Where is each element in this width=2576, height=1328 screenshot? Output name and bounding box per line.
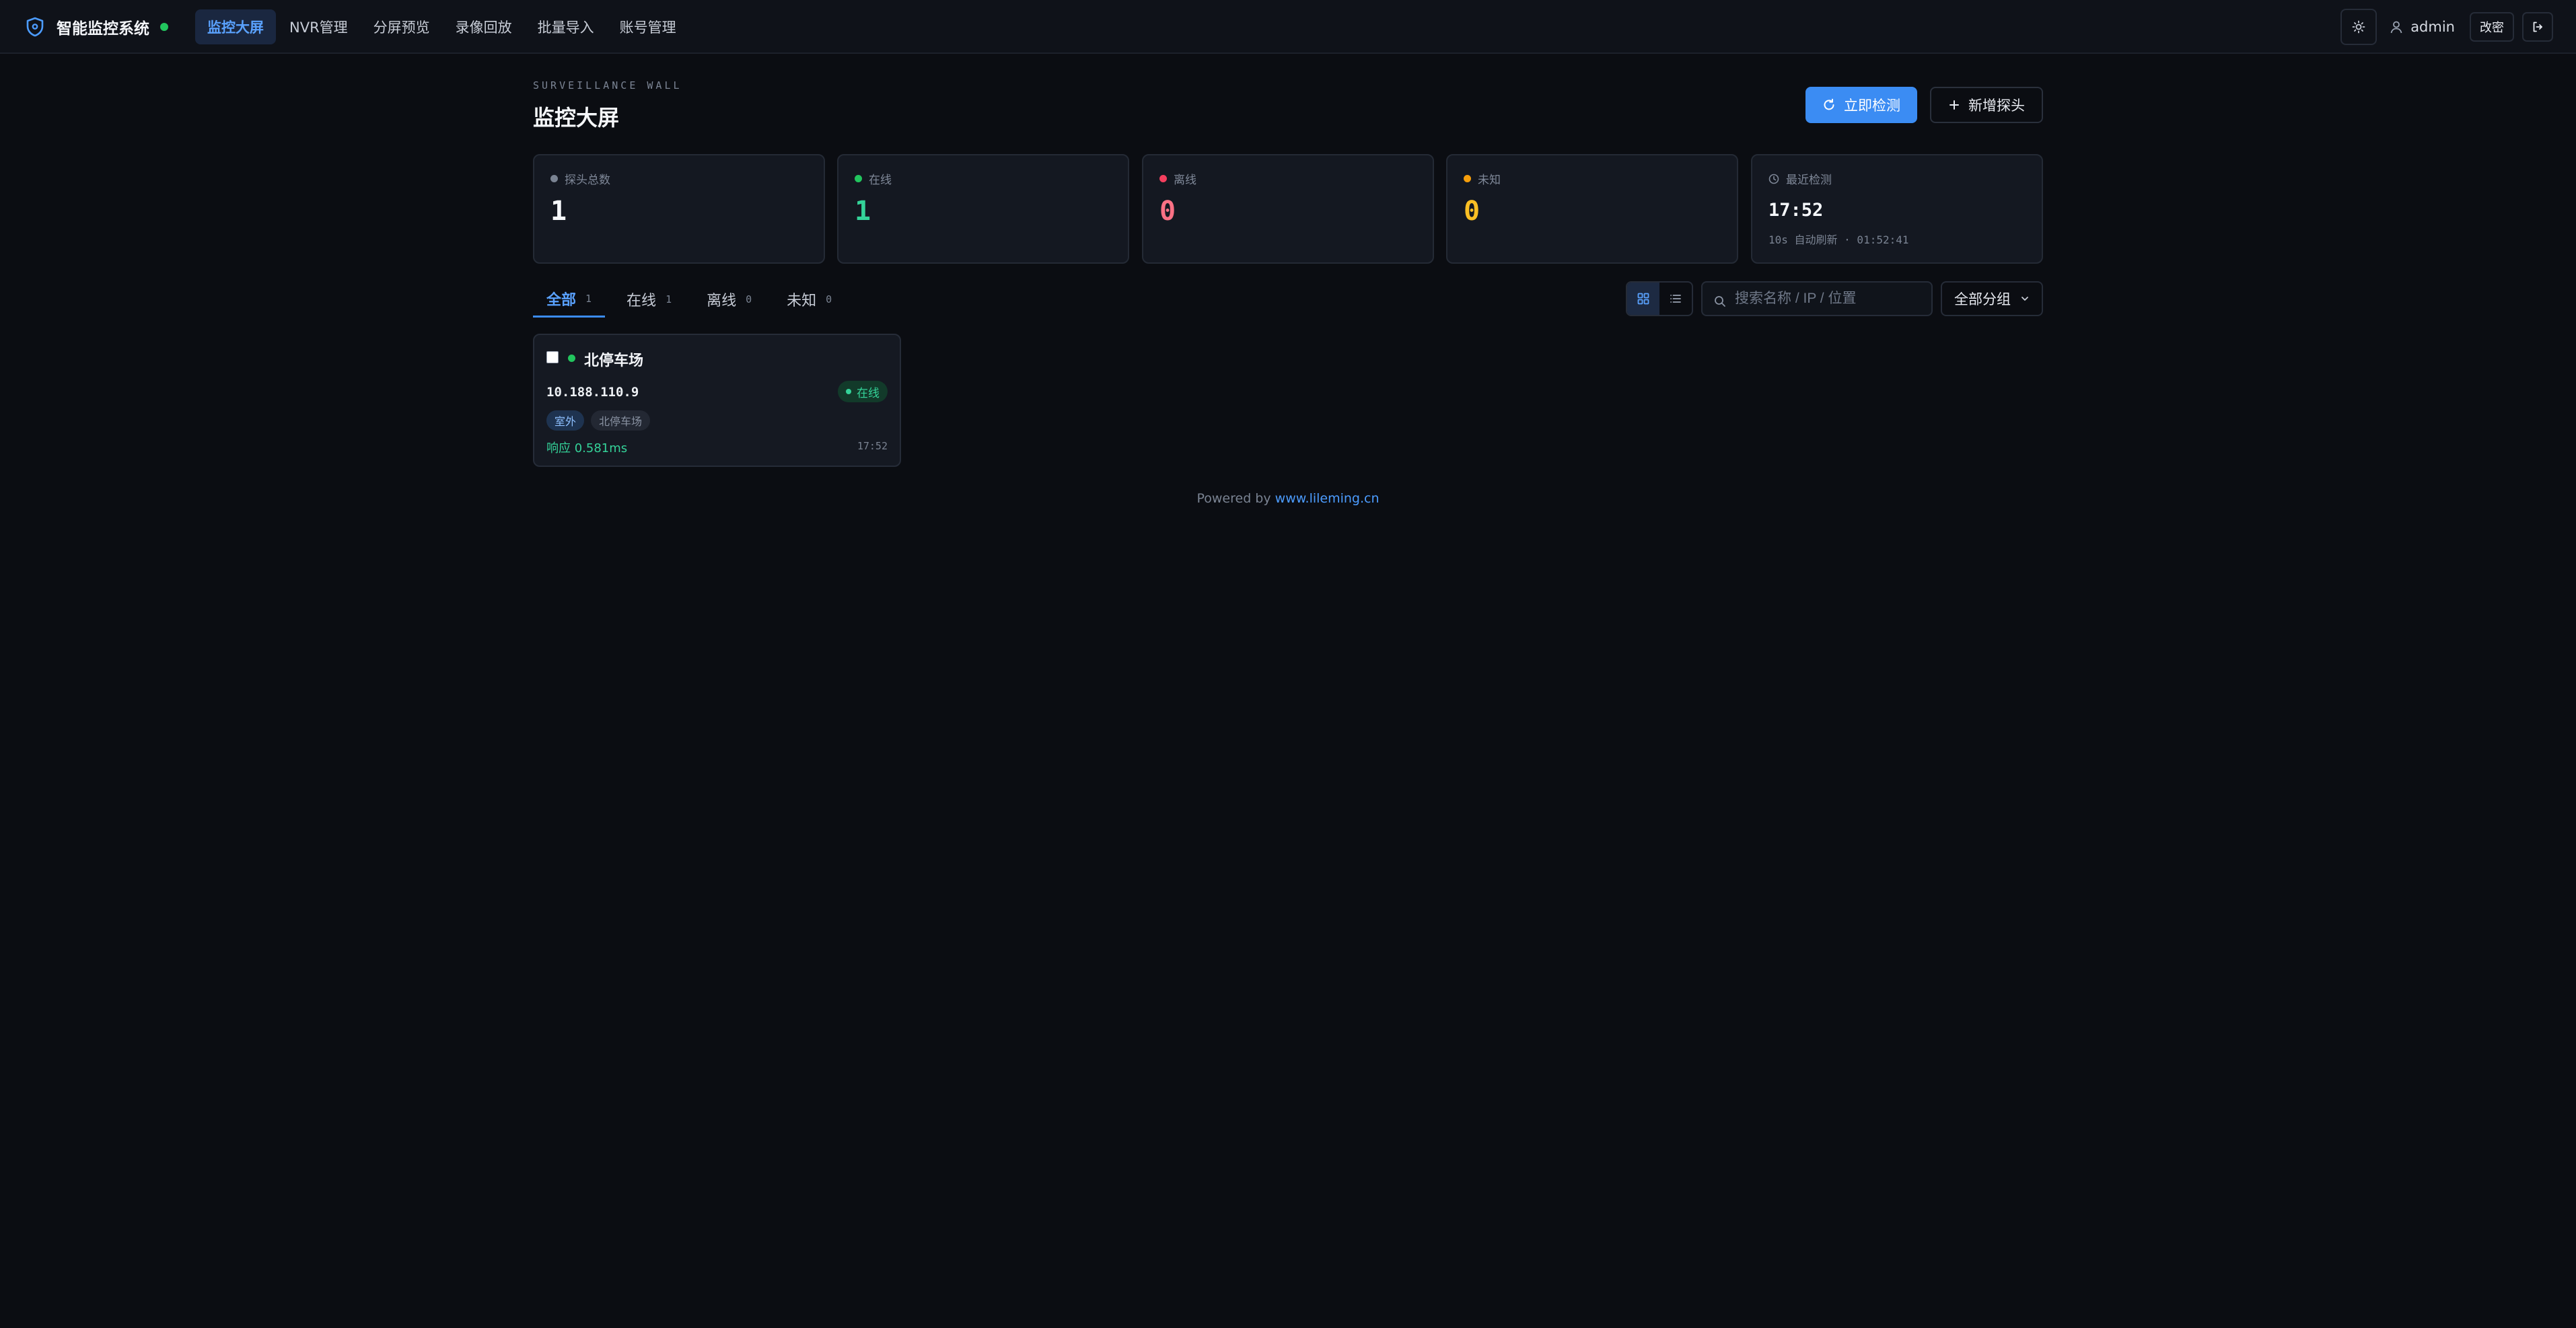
logout-icon	[2532, 21, 2544, 33]
group-select-value: 全部分组	[1954, 291, 2011, 307]
tab-all-count: 1	[585, 292, 592, 305]
add-camera-button[interactable]: 新增探头	[1930, 87, 2043, 123]
nav-item-dashboard[interactable]: 监控大屏	[195, 9, 276, 44]
camera-check-time: 17:52	[857, 440, 888, 452]
camera-tag: 室外	[546, 410, 585, 431]
search-box	[1701, 281, 1933, 316]
stat-label-online-wrap: 在线	[855, 170, 892, 187]
nav-item-accounts[interactable]: 账号管理	[608, 9, 688, 44]
tab-all-label: 全部	[546, 291, 577, 309]
footer-prefix: Powered by	[1196, 491, 1271, 506]
search-input[interactable]	[1735, 291, 1931, 307]
camera-status-dot	[568, 355, 575, 362]
check-now-label: 立即检测	[1844, 98, 1900, 114]
brand[interactable]: 智能监控系统	[26, 0, 168, 54]
stat-value-online: 1	[855, 196, 871, 227]
camera-latency: 响应 0.581ms	[546, 441, 628, 455]
footer-link[interactable]: www.lileming.cn	[1275, 491, 1380, 506]
tab-offline-count: 0	[746, 293, 752, 305]
list-view-button[interactable]	[1659, 283, 1692, 315]
camera-name: 北停车场	[584, 353, 644, 369]
status-tabs: 全部 1 在线 1 离线 0 未知 0	[533, 281, 853, 318]
theme-toggle-button[interactable]	[2340, 9, 2377, 45]
nav-item-nvr[interactable]: NVR管理	[277, 9, 360, 44]
main-nav: 监控大屏 NVR管理 分屏预览 录像回放 批量导入 账号管理	[195, 9, 688, 44]
check-now-button[interactable]: 立即检测	[1805, 87, 1917, 123]
stat-card-offline: 离线 0	[1142, 154, 1434, 264]
group-select[interactable]: 全部分组	[1941, 281, 2043, 316]
stat-label-unknown: 未知	[1478, 174, 1501, 187]
system-status-dot	[160, 23, 168, 31]
badge-dot	[846, 389, 851, 394]
stat-card-unknown: 未知 0	[1446, 154, 1738, 264]
tab-unknown[interactable]: 未知 0	[773, 281, 845, 318]
camera-ip: 10.188.110.9	[546, 385, 639, 400]
stat-label-unknown-wrap: 未知	[1464, 170, 1501, 187]
stat-label-offline-wrap: 离线	[1159, 170, 1196, 187]
stat-value-offline: 0	[1159, 196, 1176, 227]
nav-item-split-preview[interactable]: 分屏预览	[361, 9, 442, 44]
camera-status-badge: 在线	[838, 381, 888, 402]
stat-card-online: 在线 1	[837, 154, 1129, 264]
auto-refresh-info: 10s 自动刷新 · 01:52:41	[1768, 233, 1909, 246]
list-icon	[1669, 292, 1682, 305]
top-right-actions: admin 改密	[2340, 9, 2553, 45]
nav-item-playback[interactable]: 录像回放	[443, 9, 524, 44]
page-eyebrow: SURVEILLANCE WALL	[533, 79, 682, 91]
chevron-down-icon	[2020, 294, 2030, 303]
unknown-dot	[1464, 175, 1471, 182]
view-toggle	[1626, 281, 1693, 316]
stat-label-last-check: 最近检测	[1786, 174, 1832, 187]
app-title: 智能监控系统	[57, 20, 149, 38]
logout-button[interactable]	[2522, 12, 2553, 42]
search-icon	[1713, 295, 1727, 308]
tab-unknown-count: 0	[826, 293, 832, 305]
stat-value-unknown: 0	[1464, 196, 1480, 227]
stat-label-offline: 离线	[1174, 174, 1196, 187]
grid-icon	[1637, 292, 1650, 305]
camera-status-label: 在线	[857, 386, 880, 400]
stat-label-total-wrap: 探头总数	[550, 170, 610, 187]
stat-label-online: 在线	[869, 174, 892, 187]
total-dot	[550, 175, 558, 182]
sun-icon	[2352, 20, 2365, 34]
stat-value-total: 1	[550, 196, 567, 227]
tab-online-label: 在线	[627, 293, 657, 309]
tab-offline[interactable]: 离线 0	[693, 281, 765, 318]
grid-view-button[interactable]	[1627, 283, 1659, 315]
camera-card[interactable]: 北停车场 10.188.110.9 在线 室外 北停车场 响应 0.581ms …	[533, 334, 901, 467]
username: admin	[2410, 19, 2455, 35]
change-password-button[interactable]: 改密	[2470, 12, 2514, 42]
shield-icon	[26, 17, 44, 37]
tab-all[interactable]: 全部 1	[533, 281, 606, 318]
refresh-icon	[1822, 98, 1836, 112]
last-check-time: 17:52	[1768, 200, 1824, 221]
camera-select-checkbox[interactable]	[546, 351, 559, 363]
plus-icon	[1948, 99, 1960, 111]
footer: Powered by www.lileming.cn	[0, 491, 2576, 506]
online-dot	[855, 175, 862, 182]
clock-icon	[1768, 174, 1779, 184]
camera-tags: 室外 北停车场	[546, 410, 651, 431]
stat-card-last-check: 最近检测 17:52 10s 自动刷新 · 01:52:41	[1751, 154, 2043, 264]
tab-unknown-label: 未知	[787, 293, 817, 309]
stat-label-total: 探头总数	[565, 174, 610, 187]
tab-offline-label: 离线	[707, 293, 737, 309]
stat-card-total: 探头总数 1	[533, 154, 825, 264]
current-user[interactable]: admin	[2389, 19, 2455, 35]
camera-tag: 北停车场	[591, 410, 651, 431]
top-navbar: 智能监控系统 监控大屏 NVR管理 分屏预览 录像回放 批量导入 账号管理 ad…	[0, 0, 2576, 54]
nav-item-batch-import[interactable]: 批量导入	[526, 9, 606, 44]
page-title: 监控大屏	[533, 105, 620, 131]
user-icon	[2389, 20, 2404, 34]
tab-online-count: 1	[666, 293, 672, 305]
offline-dot	[1159, 175, 1167, 182]
stat-label-last-check-wrap: 最近检测	[1768, 170, 1832, 187]
add-camera-label: 新增探头	[1968, 98, 2025, 114]
tab-online[interactable]: 在线 1	[613, 281, 685, 318]
